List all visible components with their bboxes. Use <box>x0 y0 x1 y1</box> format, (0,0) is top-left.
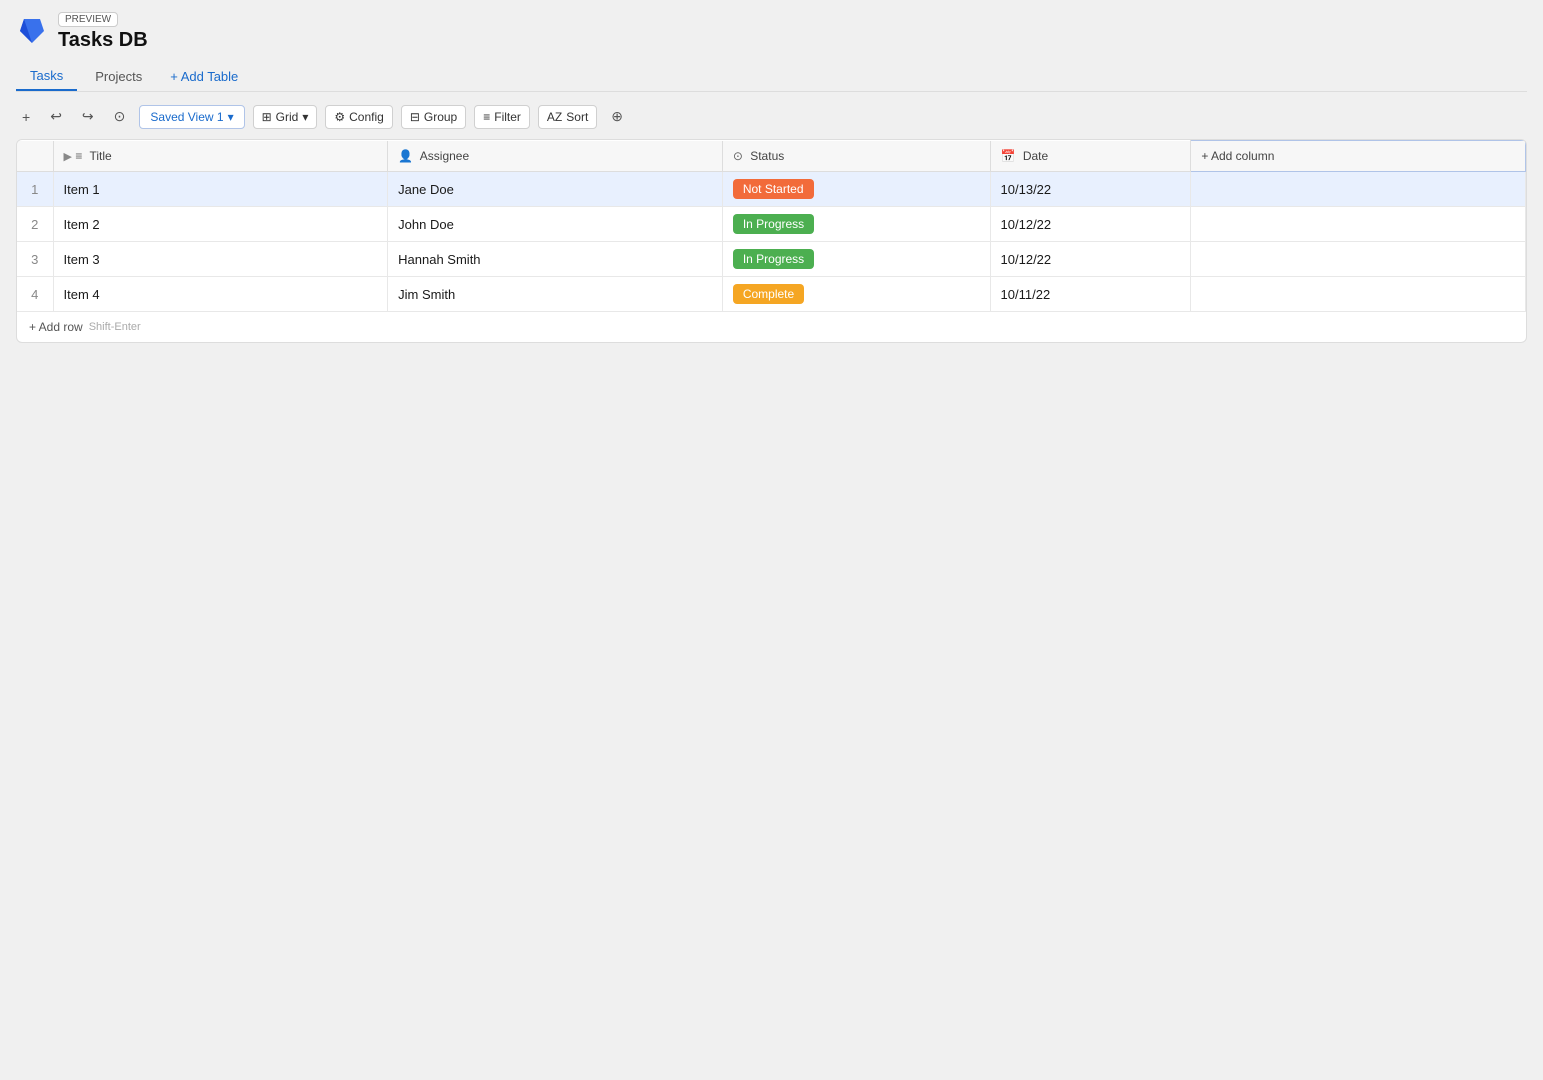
row-number: 3 <box>17 242 53 277</box>
row-assignee[interactable]: Jim Smith <box>388 277 723 312</box>
row-extra-col <box>1191 172 1526 207</box>
row-title[interactable]: Item 3 <box>53 242 388 277</box>
title-col-label: Title <box>89 149 111 163</box>
table-row[interactable]: 4 Item 4 Jim Smith Complete 10/11/22 <box>17 277 1526 312</box>
row-date[interactable]: 10/11/22 <box>990 277 1191 312</box>
app-header: PREVIEW Tasks DB <box>16 12 1527 52</box>
row-status[interactable]: Not Started <box>722 172 990 207</box>
row-status[interactable]: In Progress <box>722 242 990 277</box>
add-table-button[interactable]: + Add Table <box>160 63 248 90</box>
status-badge: Complete <box>733 284 804 304</box>
tabs-bar: Tasks Projects + Add Table <box>16 62 1527 92</box>
expand-icon: ▶ <box>64 151 72 163</box>
add-icon-button[interactable]: + <box>16 105 36 129</box>
date-col-icon: 📅 <box>1001 149 1016 163</box>
chevron-down-icon: ▾ <box>228 110 234 124</box>
row-assignee[interactable]: John Doe <box>388 207 723 242</box>
group-icon: ⊟ <box>410 110 420 124</box>
sort-label: Sort <box>566 110 588 124</box>
add-row-hint: Shift-Enter <box>89 321 141 333</box>
redo-button[interactable]: ↪ <box>76 104 100 129</box>
row-assignee[interactable]: Jane Doe <box>388 172 723 207</box>
status-badge: Not Started <box>733 179 814 199</box>
grid-chevron-icon: ▾ <box>302 110 308 124</box>
group-label: Group <box>424 110 457 124</box>
more-options-button[interactable]: ⊕ <box>605 104 629 129</box>
group-button[interactable]: ⊟ Group <box>401 105 466 129</box>
undo-button[interactable]: ↩ <box>44 104 68 129</box>
grid-label: Grid <box>276 110 299 124</box>
saved-view-label: Saved View 1 <box>150 110 223 124</box>
title-col-icon: ≡ <box>75 149 82 163</box>
row-title[interactable]: Item 1 <box>53 172 388 207</box>
date-col-label: Date <box>1023 149 1048 163</box>
row-date[interactable]: 10/12/22 <box>990 242 1191 277</box>
status-col-label: Status <box>750 149 784 163</box>
row-extra-col <box>1191 207 1526 242</box>
config-icon: ⚙ <box>334 110 345 124</box>
table-row[interactable]: 3 Item 3 Hannah Smith In Progress 10/12/… <box>17 242 1526 277</box>
row-title[interactable]: Item 2 <box>53 207 388 242</box>
tab-projects[interactable]: Projects <box>81 63 156 90</box>
add-column-header[interactable]: + Add column <box>1191 141 1526 172</box>
config-button[interactable]: ⚙ Config <box>325 105 392 129</box>
title-column-header[interactable]: ▶ ≡ Title <box>53 141 388 172</box>
add-column-label: + Add column <box>1201 149 1274 163</box>
row-status[interactable]: Complete <box>722 277 990 312</box>
grid-button[interactable]: ⊞ Grid ▾ <box>253 105 318 129</box>
main-grid: ▶ ≡ Title 👤 Assignee ⊙ Status 📅 Date <box>16 139 1527 343</box>
saved-view-button[interactable]: Saved View 1 ▾ <box>139 105 244 129</box>
date-column-header[interactable]: 📅 Date <box>990 141 1191 172</box>
status-col-icon: ⊙ <box>733 149 743 163</box>
row-extra-col <box>1191 277 1526 312</box>
row-number: 4 <box>17 277 53 312</box>
filter-label: Filter <box>494 110 521 124</box>
sort-button[interactable]: AZ Sort <box>538 105 597 129</box>
status-badge: In Progress <box>733 214 814 234</box>
assignee-column-header[interactable]: 👤 Assignee <box>388 141 723 172</box>
table-row[interactable]: 2 Item 2 John Doe In Progress 10/12/22 <box>17 207 1526 242</box>
config-label: Config <box>349 110 384 124</box>
row-extra-col <box>1191 242 1526 277</box>
status-column-header[interactable]: ⊙ Status <box>722 141 990 172</box>
app-title: Tasks DB <box>58 29 148 52</box>
filter-button[interactable]: ≡ Filter <box>474 105 530 129</box>
row-title[interactable]: Item 4 <box>53 277 388 312</box>
add-row-button[interactable]: + Add row Shift-Enter <box>17 312 153 342</box>
table-body: 1 Item 1 Jane Doe Not Started 10/13/22 2… <box>17 172 1526 312</box>
history-button[interactable]: ⊙ <box>108 104 132 129</box>
row-number: 1 <box>17 172 53 207</box>
toolbar: + ↩ ↪ ⊙ Saved View 1 ▾ ⊞ Grid ▾ ⚙ Config… <box>16 100 1527 133</box>
tab-tasks[interactable]: Tasks <box>16 62 77 91</box>
row-date[interactable]: 10/12/22 <box>990 207 1191 242</box>
sort-icon: AZ <box>547 110 562 124</box>
title-area: PREVIEW Tasks DB <box>58 12 148 52</box>
row-number: 2 <box>17 207 53 242</box>
filter-icon: ≡ <box>483 110 490 124</box>
app-logo <box>16 15 48 50</box>
table-row[interactable]: 1 Item 1 Jane Doe Not Started 10/13/22 <box>17 172 1526 207</box>
add-row-label: + Add row <box>29 320 83 334</box>
data-table: ▶ ≡ Title 👤 Assignee ⊙ Status 📅 Date <box>17 140 1526 312</box>
row-num-header <box>17 141 53 172</box>
preview-badge: PREVIEW <box>58 12 118 27</box>
row-status[interactable]: In Progress <box>722 207 990 242</box>
row-assignee[interactable]: Hannah Smith <box>388 242 723 277</box>
assignee-col-label: Assignee <box>420 149 469 163</box>
row-date[interactable]: 10/13/22 <box>990 172 1191 207</box>
app-container: PREVIEW Tasks DB Tasks Projects + Add Ta… <box>0 0 1543 1080</box>
grid-icon: ⊞ <box>262 110 272 124</box>
status-badge: In Progress <box>733 249 814 269</box>
table-header-row: ▶ ≡ Title 👤 Assignee ⊙ Status 📅 Date <box>17 141 1526 172</box>
assignee-col-icon: 👤 <box>398 149 413 163</box>
